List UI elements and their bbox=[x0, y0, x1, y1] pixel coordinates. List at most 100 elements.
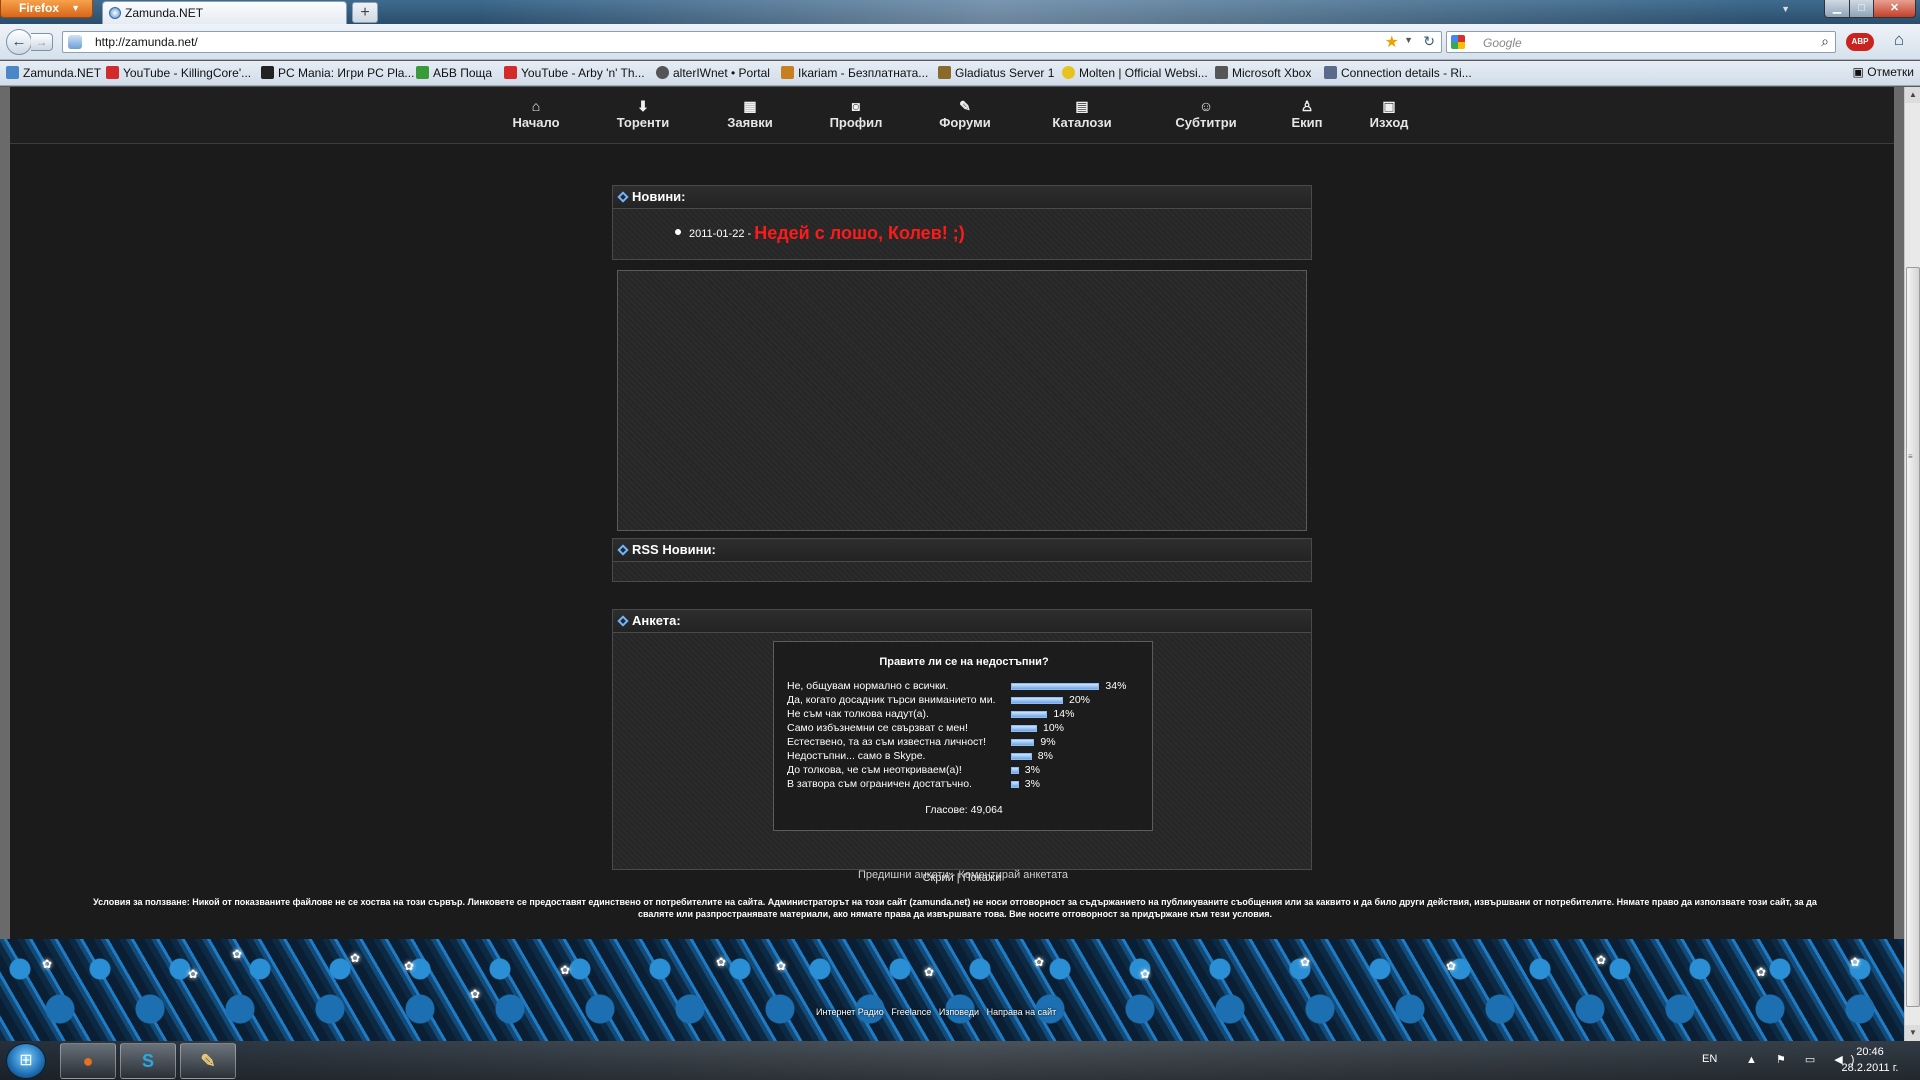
hide-show-separator: | bbox=[956, 872, 960, 884]
home-icon: ⌂ bbox=[531, 98, 541, 114]
news-panel-body: 2011-01-22 - Недей с лошо, Колев! ;) bbox=[612, 209, 1312, 260]
profile-icon: ◙ bbox=[851, 98, 861, 114]
site-navigation: ⌂ Начало ⬇ Торенти ▦ Заявки ◙ Профил ✎ Форуми… bbox=[10, 87, 1894, 144]
start-button[interactable]: ⊞ bbox=[6, 1043, 46, 1079]
bookmarks-menu-button[interactable]: ▣ Отметки bbox=[1853, 65, 1914, 79]
nav-item-torrents[interactable]: ⬇ Торенти bbox=[598, 97, 688, 130]
nav-item-catalogs[interactable]: ▤ Каталози bbox=[1037, 97, 1127, 130]
nav-item-home[interactable]: ⌂ Начало bbox=[491, 97, 581, 130]
scroll-down-icon[interactable]: ▼ bbox=[1905, 1025, 1920, 1041]
adblock-icon[interactable]: ABP bbox=[1846, 33, 1874, 51]
address-bar[interactable]: http://zamunda.net/ ★ ▼ ↻ bbox=[62, 31, 1442, 53]
helmet-icon bbox=[938, 66, 951, 79]
nav-item-subtitles[interactable]: ☺ Субтитри bbox=[1161, 97, 1251, 130]
nav-item-profile[interactable]: ◙ Профил bbox=[811, 97, 901, 130]
flower-icon: ✿ bbox=[350, 951, 361, 965]
poll-box: Правите ли се на недостъпни? Не, общувам… bbox=[773, 641, 1153, 831]
poll-option-bar bbox=[1011, 781, 1019, 788]
banner-placeholder bbox=[617, 270, 1307, 531]
forward-arrow-icon[interactable]: → bbox=[31, 33, 53, 51]
nav-item-logout[interactable]: ▣ Изход bbox=[1344, 97, 1434, 130]
flower-icon: ✿ bbox=[404, 959, 415, 973]
nav-label: Профил bbox=[829, 115, 883, 130]
bookmark-item[interactable]: YouTube - KillingCore'... bbox=[106, 65, 251, 81]
firefox-menu-button[interactable]: Firefox ▼ bbox=[0, 0, 93, 18]
flower-icon: ✿ bbox=[42, 957, 53, 971]
search-icon[interactable]: ⌕ bbox=[1821, 33, 1829, 50]
taskbar-firefox[interactable]: ● bbox=[60, 1043, 116, 1079]
history-dropdown-icon[interactable]: ▼ bbox=[1404, 35, 1413, 45]
footer-link-webdesign[interactable]: Направа на сайт bbox=[987, 1007, 1057, 1017]
youtube-icon bbox=[106, 66, 119, 79]
paint-icon: ✎ bbox=[200, 1051, 216, 1071]
reload-icon[interactable]: ↻ bbox=[1423, 33, 1435, 50]
diamond-icon bbox=[617, 544, 629, 556]
clock-time[interactable]: 20:46 bbox=[1832, 1046, 1908, 1058]
hide-link[interactable]: Скрий bbox=[923, 872, 954, 884]
flower-icon: ✿ bbox=[560, 963, 571, 977]
search-input[interactable]: Google ⌕ bbox=[1446, 31, 1836, 53]
new-tab-button[interactable]: + bbox=[352, 2, 378, 23]
bookmark-item[interactable]: PC Mania: Игри PC Pla... bbox=[261, 65, 414, 81]
window-controls: ▁ □ ✕ bbox=[1824, 0, 1916, 18]
gear-icon bbox=[656, 66, 669, 79]
taskbar-paint[interactable]: ✎ bbox=[180, 1043, 236, 1079]
list-all-tabs-icon[interactable]: ▼ bbox=[1781, 4, 1790, 14]
show-link[interactable]: Покажи bbox=[963, 872, 1002, 884]
poll-option-percent: 14% bbox=[1053, 708, 1075, 720]
bookmark-item[interactable]: АБВ Поща bbox=[416, 65, 492, 81]
bookmark-item[interactable]: Molten | Official Websi... bbox=[1062, 65, 1208, 81]
bookmark-label: alterIWnet • Portal bbox=[673, 66, 770, 80]
nav-item-requests[interactable]: ▦ Заявки bbox=[705, 97, 795, 130]
poll-panel-header: Анкета: bbox=[612, 609, 1312, 633]
bookmark-label: Microsoft Xbox bbox=[1232, 66, 1312, 80]
poll-option-bar bbox=[1011, 753, 1032, 760]
site-identity-icon[interactable] bbox=[68, 35, 82, 49]
navigation-toolbar: ← → http://zamunda.net/ ★ ▼ ↻ Google ⌕ A… bbox=[0, 24, 1920, 60]
flower-icon: ✿ bbox=[1850, 955, 1861, 969]
clock-date[interactable]: 28.2.2011 г. bbox=[1832, 1062, 1908, 1074]
footer-link-freelance[interactable]: Freelance bbox=[891, 1007, 931, 1017]
system-tray: EN ▲ ⚑ ▭ ◀) 20:46 28.2.2011 г. bbox=[1680, 1041, 1920, 1080]
scroll-up-icon[interactable]: ▲ bbox=[1905, 87, 1920, 103]
bookmark-item[interactable]: Zamunda.NET bbox=[6, 65, 101, 81]
news-headline-link[interactable]: Недей с лошо, Колев! ;) bbox=[754, 223, 965, 243]
minimize-icon[interactable]: ▁ bbox=[1824, 0, 1850, 18]
scrollbar-thumb[interactable] bbox=[1906, 267, 1920, 1007]
poll-option-bar bbox=[1011, 711, 1048, 718]
bookmark-item[interactable]: Connection details - Ri... bbox=[1324, 65, 1472, 81]
page-scrollbar[interactable]: ▲ ≡ ▼ bbox=[1904, 87, 1920, 1041]
poll-option-label: Само избъзнемни се свързват с мен! bbox=[787, 722, 968, 734]
poll-option-percent: 8% bbox=[1037, 750, 1053, 762]
flower-icon: ✿ bbox=[1140, 967, 1151, 981]
poll-option-label: Да, когато досадник търси вниманието ми. bbox=[787, 694, 996, 706]
logout-icon: ▣ bbox=[1382, 98, 1396, 114]
bookmark-item[interactable]: YouTube - Arby 'n' Th... bbox=[504, 65, 645, 81]
poll-title: Анкета: bbox=[632, 613, 681, 628]
maximize-icon[interactable]: □ bbox=[1849, 0, 1874, 18]
bookmark-star-icon[interactable]: ★ bbox=[1385, 32, 1399, 52]
nav-item-forums[interactable]: ✎ Форуми bbox=[920, 97, 1010, 130]
taskbar-skype[interactable]: S bbox=[120, 1043, 176, 1079]
nav-item-team[interactable]: ♙ Екип bbox=[1262, 97, 1352, 130]
bookmark-item[interactable]: Ikariam - Безплатната... bbox=[781, 65, 928, 81]
poll-option-label: Не съм чак толкова надут(а). bbox=[787, 708, 929, 720]
poll-option-bar bbox=[1011, 683, 1100, 690]
back-arrow-icon[interactable]: ← bbox=[6, 29, 32, 55]
bookmark-item[interactable]: Microsoft Xbox bbox=[1215, 65, 1311, 81]
language-indicator[interactable]: EN bbox=[1702, 1053, 1717, 1065]
footer-link-confessions[interactable]: Изповеди bbox=[939, 1007, 979, 1017]
poll-option-label: Недостъпни... само в Skype. bbox=[787, 750, 926, 762]
molten-icon bbox=[1062, 66, 1075, 79]
tab-zamunda[interactable]: Zamunda.NET bbox=[102, 1, 347, 24]
poll-votes: Гласове: 49,064 bbox=[925, 804, 1003, 816]
footer-link-radio[interactable]: Интернет Радио bbox=[816, 1007, 884, 1017]
home-icon[interactable]: ⌂ bbox=[1884, 30, 1914, 54]
google-icon[interactable] bbox=[1451, 35, 1465, 49]
bookmark-item[interactable]: Gladiatus Server 1 bbox=[938, 65, 1054, 81]
close-icon[interactable]: ✕ bbox=[1873, 0, 1916, 18]
grip-icon: ≡ bbox=[1908, 452, 1913, 461]
poll-option-bar bbox=[1011, 739, 1035, 746]
nav-label: Субтитри bbox=[1175, 115, 1237, 130]
bookmark-item[interactable]: alterIWnet • Portal bbox=[656, 65, 770, 81]
